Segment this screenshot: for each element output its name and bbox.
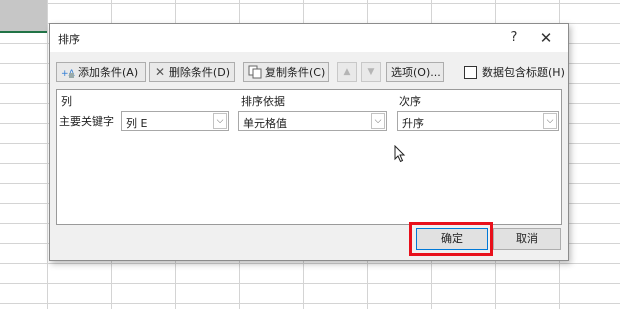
sort-on-select[interactable]: 单元格值 ⌵ <box>238 111 387 131</box>
close-button[interactable]: ✕ <box>534 28 558 48</box>
help-button[interactable]: ? <box>502 28 526 48</box>
sort-levels-table: 列 排序依据 次序 主要关键字 列 E ⌵ 单元格值 ⌵ 升序 ⌵ <box>56 89 562 225</box>
dialog-titlebar: 排序 ? ✕ <box>50 24 568 52</box>
copy-level-label: 复制条件(C) <box>265 66 326 79</box>
header-checkbox-row[interactable]: 数据包含标题(H) <box>464 64 565 80</box>
move-down-button[interactable]: ▼ <box>361 62 381 82</box>
delete-x-icon: ✕ <box>154 65 165 79</box>
copy-icon <box>248 65 262 79</box>
chevron-down-icon[interactable]: ⌵ <box>543 113 557 129</box>
order-select-value: 升序 <box>402 117 424 130</box>
copy-level-button[interactable]: 复制条件(C) <box>243 62 329 82</box>
column-select[interactable]: 列 E ⌵ <box>121 111 229 131</box>
column-header: 列 <box>61 95 72 108</box>
order-header: 次序 <box>399 95 421 108</box>
chevron-down-icon[interactable]: ⌵ <box>371 113 385 129</box>
chevron-down-icon[interactable]: ⌵ <box>213 113 227 129</box>
options-label: 选项(O)... <box>391 66 441 79</box>
selected-cell[interactable] <box>0 0 47 33</box>
dialog-title: 排序 <box>58 33 80 46</box>
ok-button-highlight <box>409 222 493 256</box>
header-checkbox[interactable] <box>464 65 477 79</box>
delete-level-button[interactable]: ✕ 删除条件(D) <box>149 62 235 82</box>
options-button[interactable]: 选项(O)... <box>386 62 444 82</box>
sort-on-select-value: 单元格值 <box>243 117 287 130</box>
sort-on-header: 排序依据 <box>241 95 285 108</box>
cancel-button[interactable]: 取消 <box>493 228 561 250</box>
mouse-cursor-icon <box>394 144 406 166</box>
add-level-icon: +A <box>61 65 76 79</box>
sort-key-label: 主要关键字 <box>59 115 114 128</box>
column-select-value: 列 E <box>126 117 148 130</box>
header-checkbox-label: 数据包含标题(H) <box>482 66 565 79</box>
delete-level-label: 删除条件(D) <box>168 66 230 79</box>
add-level-button[interactable]: +A 添加条件(A) <box>56 62 146 82</box>
add-level-label: 添加条件(A) <box>78 66 139 79</box>
move-up-button[interactable]: ▲ <box>337 62 357 82</box>
order-select[interactable]: 升序 ⌵ <box>397 111 559 131</box>
